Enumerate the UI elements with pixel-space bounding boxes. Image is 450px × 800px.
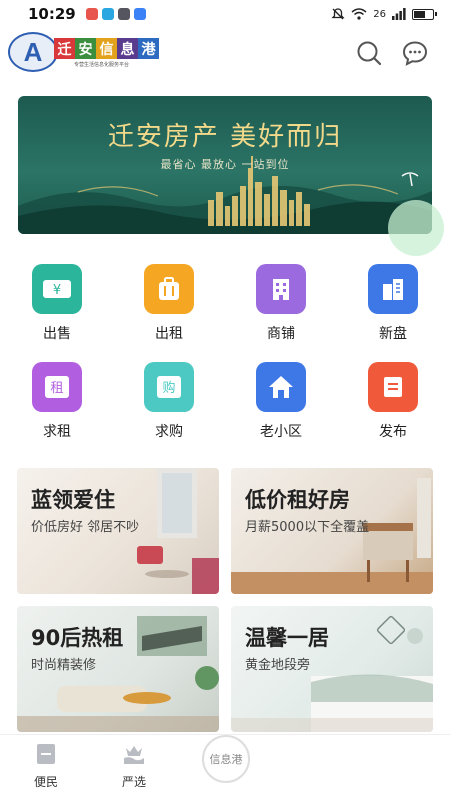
banner-subtitle: 最省心 最放心 一站到位: [160, 158, 290, 171]
app-notification-icon: [85, 8, 98, 20]
category-shops[interactable]: 商铺: [241, 264, 321, 343]
search-icon[interactable]: [356, 40, 382, 66]
shop-building-icon: [256, 264, 306, 314]
category-label: 出租: [155, 326, 183, 342]
card-subtitle: 黄金地段旁: [245, 658, 311, 673]
nav-item-selected[interactable]: 严选: [104, 742, 164, 790]
crown-hand-icon: [124, 746, 144, 764]
logo-char: 迁: [54, 38, 75, 59]
category-label: 新盘: [379, 326, 407, 342]
wifi-icon: [351, 8, 367, 20]
nav-center-button[interactable]: 信息港: [202, 735, 250, 783]
card-subtitle: 月薪5000以下全覆盖: [245, 520, 370, 535]
status-time: 10:29: [28, 5, 76, 23]
publish-document-icon: [368, 362, 418, 412]
app-notification-icon: [117, 8, 130, 20]
card-subtitle: 时尚精装修: [31, 658, 97, 673]
banner-title: 迁安房产 美好而归: [107, 122, 343, 152]
category-label: 求租: [43, 424, 71, 440]
nav-label: 便民: [33, 775, 58, 789]
logo-tagline: 专营生活信息化服务平台: [74, 62, 130, 68]
category-old-community[interactable]: 老小区: [241, 362, 321, 441]
category-rent-out[interactable]: 出租: [129, 264, 209, 343]
nav-label: 严选: [121, 775, 146, 789]
promo-card-blue-collar[interactable]: 蓝领爱住 价低房好 邻居不吵: [17, 468, 219, 594]
buy-request-icon: 购: [144, 362, 194, 412]
promo-banner[interactable]: 迁安房产 美好而归 最省心 最放心 一站到位: [18, 96, 432, 234]
bottom-nav: 便民 严选 信息港: [0, 734, 450, 800]
logo-wordmark: 迁安信息港: [54, 38, 159, 59]
svg-text:¥: ¥: [53, 283, 61, 298]
app-header: A 迁安信息港 专营生活信息化服务平台: [0, 30, 450, 78]
category-sale[interactable]: ¥ 出售: [17, 264, 97, 343]
card-title: 低价租好房: [245, 488, 350, 512]
status-indicators: 26: [331, 7, 437, 21]
category-new-homes[interactable]: 新盘: [353, 264, 433, 343]
buy-glyph: 购: [162, 380, 175, 396]
category-label: 商铺: [267, 326, 295, 342]
ticket-yen-icon: ¥: [32, 264, 82, 314]
app-notification-icon: [101, 8, 114, 20]
card-subtitle: 价低房好 邻居不吵: [31, 520, 140, 535]
logo-emblem: A: [8, 32, 58, 72]
category-want-rent[interactable]: 租 求租: [17, 362, 97, 441]
promo-card-cozy-one-room[interactable]: 温馨一居 黄金地段旁: [231, 606, 433, 732]
promo-card-low-price[interactable]: 低价租好房 月薪5000以下全覆盖: [231, 468, 433, 594]
category-label: 求购: [155, 424, 183, 440]
logo-char: 息: [117, 38, 138, 59]
card-title: 90后热租: [31, 626, 124, 650]
logo-char: 安: [75, 38, 96, 59]
category-publish[interactable]: 发布: [353, 362, 433, 441]
chat-bubble-icon[interactable]: [402, 40, 428, 66]
mute-icon: [331, 8, 345, 20]
app-logo: A 迁安信息港 专营生活信息化服务平台: [8, 32, 159, 72]
rent-glyph: 租: [50, 381, 63, 396]
logo-char: 港: [138, 38, 159, 59]
card-title: 蓝领爱住: [31, 488, 115, 512]
logo-char: 信: [96, 38, 117, 59]
category-label: 出售: [43, 326, 71, 342]
battery-icon: [412, 8, 437, 20]
promo-card-post90s[interactable]: 90后热租 时尚精装修: [17, 606, 219, 732]
nav-item-convenience[interactable]: 便民: [16, 742, 76, 790]
building-icon: [368, 264, 418, 314]
app-notification-icon: [133, 8, 146, 20]
convenience-icon: [37, 744, 55, 764]
floating-glow-button[interactable]: [388, 200, 444, 256]
battery-level: [414, 10, 425, 18]
suitcase-icon: [144, 264, 194, 314]
category-want-buy[interactable]: 购 求购: [129, 362, 209, 441]
signal-icon: [392, 8, 406, 20]
house-icon: [256, 362, 306, 412]
category-label: 老小区: [260, 424, 302, 440]
network-type: 26: [373, 8, 386, 20]
rent-request-icon: 租: [32, 362, 82, 412]
status-bar: 10:29 26: [0, 0, 450, 28]
category-label: 发布: [379, 424, 407, 440]
card-title: 温馨一居: [245, 626, 329, 650]
